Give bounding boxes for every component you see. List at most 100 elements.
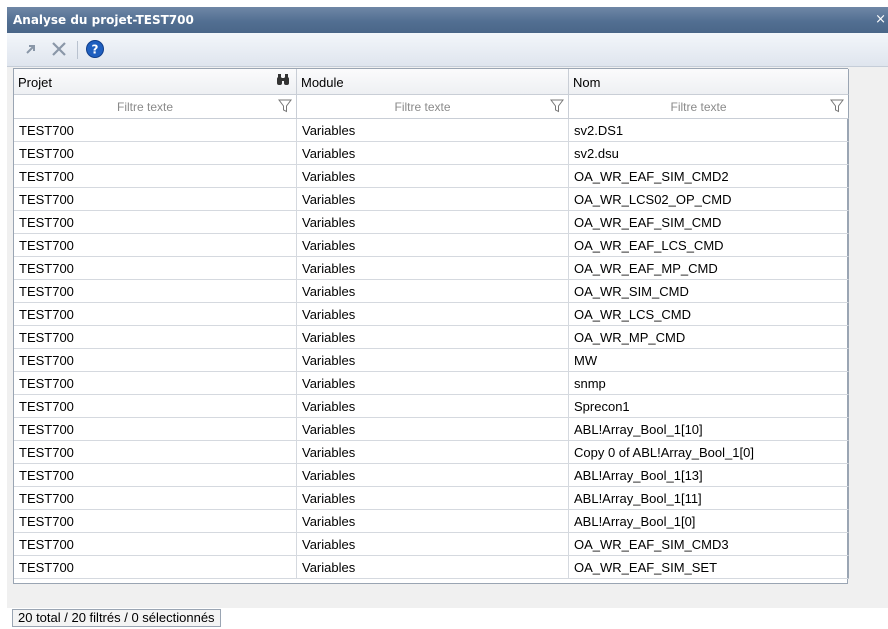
table-cell-module: Variables [297,441,569,464]
table-row[interactable]: TEST700 Variables Copy 0 of ABL!Array_Bool… [14,441,849,464]
table-row[interactable]: TEST700 Variables snmp [14,372,849,395]
table-cell-module: Variables [297,464,569,487]
table-cell-projet: TEST700 [14,441,297,464]
table-cell-nom: MW [569,349,849,372]
table-cell-module: Variables [297,395,569,418]
table-cell-nom: sv2.dsu [569,142,849,165]
column-header-label: Nom [573,75,601,90]
table-row[interactable]: TEST700 Variables OA_WR_EAF_SIM_CMD [14,211,849,234]
window-titlebar: Analyse du projet-TEST700 × [7,7,888,33]
table-row[interactable]: TEST700 Variables OA_WR_EAF_SIM_SET [14,556,849,579]
navigate-icon[interactable] [21,39,41,59]
filter-nom[interactable]: Filtre texte [569,95,849,119]
table-cell-nom: OA_WR_MP_CMD [569,326,849,349]
table-row[interactable]: TEST700 Variables OA_WR_MP_CMD [14,326,849,349]
table-cell-module: Variables [297,349,569,372]
table-cell-nom: Copy 0 of ABL!Array_Bool_1[0] [569,441,849,464]
table-row[interactable]: TEST700 Variables ABL!Array_Bool_1[10] [14,418,849,441]
table-cell-nom: OA_WR_SIM_CMD [569,280,849,303]
table-row[interactable]: TEST700 Variables sv2.DS1 [14,119,849,142]
table-cell-nom: sv2.DS1 [569,119,849,142]
delete-icon[interactable] [49,39,69,59]
table-row[interactable]: TEST700 Variables sv2.dsu [14,142,849,165]
table-cell-module: Variables [297,303,569,326]
table-cell-projet: TEST700 [14,211,297,234]
table-row[interactable]: TEST700 Variables OA_WR_LCS02_OP_CMD [14,188,849,211]
table-cell-nom: OA_WR_LCS_CMD [569,303,849,326]
table-cell-projet: TEST700 [14,464,297,487]
status-bar: 20 total / 20 filtrés / 0 sélectionnés [12,609,221,627]
table-cell-module: Variables [297,211,569,234]
table-cell-module: Variables [297,165,569,188]
window-title: Analyse du projet-TEST700 [13,13,194,27]
toolbar: ? [7,33,888,67]
table-cell-module: Variables [297,257,569,280]
table-row[interactable]: TEST700 Variables ABL!Array_Bool_1[11] [14,487,849,510]
table-cell-projet: TEST700 [14,119,297,142]
table-row[interactable]: TEST700 Variables OA_WR_LCS_CMD [14,303,849,326]
table-cell-projet: TEST700 [14,326,297,349]
funnel-icon[interactable] [278,99,292,116]
table-row[interactable]: TEST700 Variables OA_WR_EAF_SIM_CMD2 [14,165,849,188]
funnel-icon[interactable] [550,99,564,116]
table-row[interactable]: TEST700 Variables OA_WR_SIM_CMD [14,280,849,303]
table-cell-projet: TEST700 [14,234,297,257]
table-cell-nom: OA_WR_EAF_SIM_CMD [569,211,849,234]
table-row[interactable]: TEST700 Variables Sprecon1 [14,395,849,418]
table-cell-projet: TEST700 [14,395,297,418]
table-row[interactable]: TEST700 Variables OA_WR_EAF_SIM_CMD3 [14,533,849,556]
filter-placeholder: Filtre texte [670,100,727,114]
svg-text:?: ? [92,43,99,57]
table-cell-nom: ABL!Array_Bool_1[13] [569,464,849,487]
table-cell-module: Variables [297,533,569,556]
table-cell-nom: OA_WR_EAF_SIM_SET [569,556,849,579]
table-row[interactable]: TEST700 Variables OA_WR_EAF_LCS_CMD [14,234,849,257]
table-cell-projet: TEST700 [14,303,297,326]
column-header-label: Projet [18,75,52,90]
column-header-projet[interactable]: Projet [14,69,297,95]
table-cell-module: Variables [297,280,569,303]
filter-placeholder: Filtre texte [116,100,173,114]
table-cell-nom: OA_WR_EAF_SIM_CMD2 [569,165,849,188]
close-icon[interactable]: × [875,12,886,27]
table-cell-module: Variables [297,326,569,349]
table-row[interactable]: TEST700 Variables ABL!Array_Bool_1[0] [14,510,849,533]
table-cell-nom: ABL!Array_Bool_1[11] [569,487,849,510]
table-cell-projet: TEST700 [14,510,297,533]
table-cell-projet: TEST700 [14,142,297,165]
table-cell-module: Variables [297,418,569,441]
table-cell-module: Variables [297,188,569,211]
table-cell-projet: TEST700 [14,280,297,303]
table-cell-nom: OA_WR_LCS02_OP_CMD [569,188,849,211]
table-cell-projet: TEST700 [14,556,297,579]
help-icon[interactable]: ? [85,39,105,59]
table-row[interactable]: TEST700 Variables MW [14,349,849,372]
table-cell-nom: Sprecon1 [569,395,849,418]
column-header-module[interactable]: Module [297,69,569,95]
toolbar-separator [77,41,78,59]
table-cell-projet: TEST700 [14,257,297,280]
table-cell-nom: OA_WR_EAF_LCS_CMD [569,234,849,257]
table-cell-projet: TEST700 [14,165,297,188]
filter-module[interactable]: Filtre texte [297,95,569,119]
table-cell-module: Variables [297,119,569,142]
table-cell-projet: TEST700 [14,188,297,211]
table-cell-projet: TEST700 [14,372,297,395]
table-row[interactable]: TEST700 Variables ABL!Array_Bool_1[13] [14,464,849,487]
column-header-nom[interactable]: Nom [569,69,849,95]
table-cell-module: Variables [297,142,569,165]
table-cell-nom: OA_WR_EAF_SIM_CMD3 [569,533,849,556]
results-table: Projet Module Nom Filtre texte Filtre te… [13,68,849,584]
table-cell-projet: TEST700 [14,533,297,556]
binoculars-icon[interactable] [276,73,290,90]
table-cell-module: Variables [297,510,569,533]
table-cell-projet: TEST700 [14,418,297,441]
table-cell-nom: OA_WR_EAF_MP_CMD [569,257,849,280]
filter-projet[interactable]: Filtre texte [14,95,297,119]
table-cell-module: Variables [297,487,569,510]
filter-placeholder: Filtre texte [394,100,451,114]
funnel-icon[interactable] [830,99,844,116]
table-row[interactable]: TEST700 Variables OA_WR_EAF_MP_CMD [14,257,849,280]
table-cell-projet: TEST700 [14,349,297,372]
table-cell-module: Variables [297,556,569,579]
